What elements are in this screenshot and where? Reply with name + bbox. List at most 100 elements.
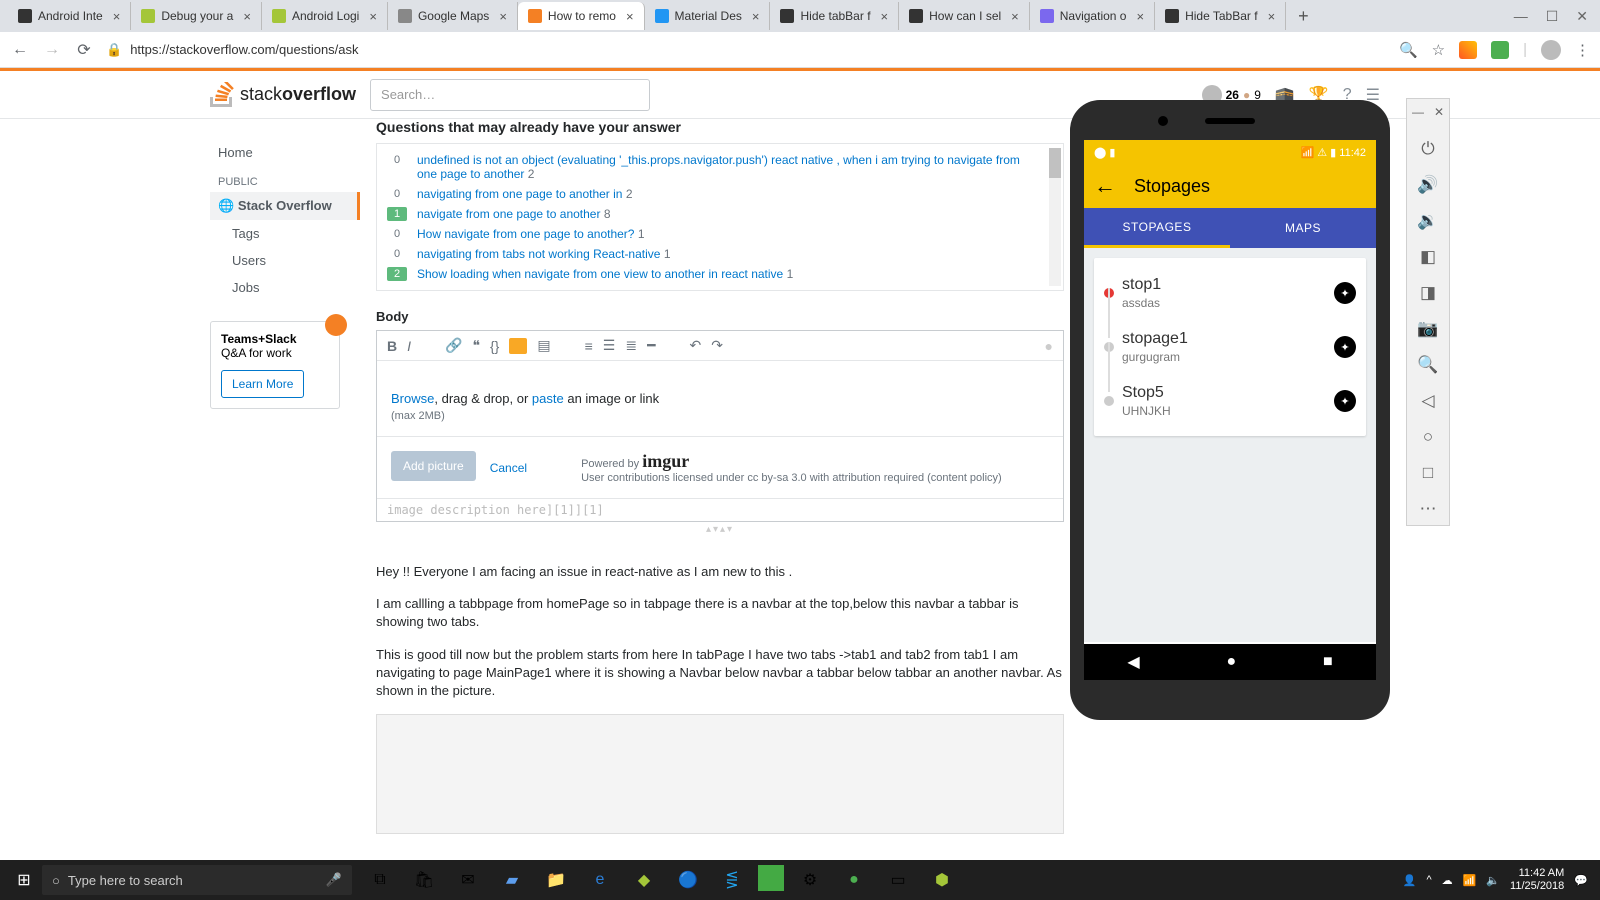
- snippet-icon[interactable]: ▤: [537, 337, 550, 354]
- related-item[interactable]: 2Show loading when navigate from one vie…: [377, 264, 1063, 284]
- related-item[interactable]: 0navigating from one page to another in …: [377, 184, 1063, 204]
- related-item[interactable]: 0navigating from tabs not working React-…: [377, 244, 1063, 264]
- bold-icon[interactable]: B: [387, 338, 397, 354]
- emu-minimize[interactable]: —: [1412, 105, 1424, 119]
- tray-expand-icon[interactable]: ^: [1426, 874, 1431, 886]
- code-icon[interactable]: {}: [490, 338, 499, 354]
- power-icon[interactable]: ⏻: [1421, 139, 1434, 159]
- app-icon[interactable]: ▰: [494, 865, 530, 895]
- close-icon[interactable]: ×: [752, 9, 760, 24]
- close-icon[interactable]: ×: [369, 9, 377, 24]
- explorer-icon[interactable]: 📁: [538, 865, 574, 895]
- hr-icon[interactable]: ━: [647, 337, 655, 354]
- settings-icon[interactable]: ⚙: [792, 865, 828, 895]
- tab-3[interactable]: Google Maps×: [388, 2, 518, 30]
- vscode-icon[interactable]: ⋚: [714, 865, 750, 895]
- more-icon[interactable]: ⋯: [1420, 499, 1437, 519]
- menu-icon[interactable]: ⋮: [1575, 41, 1590, 59]
- extension-icon[interactable]: [1491, 41, 1509, 59]
- close-icon[interactable]: ×: [626, 9, 634, 24]
- upload-area[interactable]: Browse, drag & drop, or paste an image o…: [377, 361, 1063, 436]
- mic-icon[interactable]: 🎤: [326, 872, 342, 888]
- so-logo[interactable]: stackoverflow: [210, 82, 356, 108]
- paste-link[interactable]: paste: [532, 391, 564, 406]
- browse-link[interactable]: Browse: [391, 391, 434, 406]
- tab-maps[interactable]: MAPS: [1230, 208, 1376, 248]
- help-icon[interactable]: ●: [1045, 338, 1053, 354]
- stop-row[interactable]: Stop5UHNJKH ✦: [1104, 374, 1356, 428]
- tab-stopages[interactable]: STOPAGES: [1084, 208, 1230, 248]
- close-icon[interactable]: ×: [881, 9, 889, 24]
- camera-icon[interactable]: 📷: [1417, 319, 1438, 339]
- stop-row[interactable]: stop1assdas ✦: [1104, 266, 1356, 320]
- avd-icon[interactable]: ⬢: [924, 865, 960, 895]
- tab-5[interactable]: Material Des×: [645, 2, 771, 30]
- terminal-icon[interactable]: ▭: [880, 865, 916, 895]
- mail-icon[interactable]: ✉: [450, 865, 486, 895]
- tab-9[interactable]: Hide TabBar f×: [1155, 2, 1286, 30]
- forward-button[interactable]: →: [42, 41, 62, 59]
- star-icon[interactable]: ☆: [1432, 41, 1445, 59]
- sidebar-users[interactable]: Users: [210, 247, 360, 274]
- window-maximize[interactable]: ☐: [1546, 8, 1559, 25]
- new-tab-button[interactable]: +: [1286, 6, 1321, 27]
- volume-down-icon[interactable]: 🔉: [1417, 211, 1438, 231]
- profile-avatar[interactable]: [1541, 40, 1561, 60]
- chrome-icon[interactable]: 🔵: [670, 865, 706, 895]
- android-studio-icon[interactable]: ◆: [626, 865, 662, 895]
- sidebar-jobs[interactable]: Jobs: [210, 274, 360, 301]
- emulator-screen[interactable]: ⬤ ▮ 📶 ⚠ ▮ 11:42 ← Stopages STOPAGES MAPS…: [1084, 140, 1376, 680]
- related-item[interactable]: 0How navigate from one page to another? …: [377, 224, 1063, 244]
- store-icon[interactable]: 🛍: [406, 865, 442, 895]
- close-icon[interactable]: ×: [243, 9, 251, 24]
- nav-home-icon[interactable]: ●: [1226, 653, 1236, 671]
- window-minimize[interactable]: —: [1514, 8, 1528, 25]
- tab-6[interactable]: Hide tabBar f×: [770, 2, 899, 30]
- window-close[interactable]: ✕: [1576, 8, 1588, 25]
- learn-more-button[interactable]: Learn More: [221, 370, 304, 398]
- tab-7[interactable]: How can I sel×: [899, 2, 1030, 30]
- tab-8[interactable]: Navigation o×: [1030, 2, 1155, 30]
- start-button[interactable]: ⊞: [6, 865, 42, 895]
- back-button[interactable]: ←: [10, 41, 30, 59]
- redo-icon[interactable]: ↷: [711, 337, 723, 354]
- close-icon[interactable]: ×: [113, 9, 121, 24]
- sidebar-stackoverflow[interactable]: 🌐 Stack Overflow: [210, 192, 360, 220]
- app-icon[interactable]: [758, 865, 784, 891]
- compass-icon[interactable]: ✦: [1334, 336, 1356, 358]
- tab-4[interactable]: How to remo×: [518, 2, 645, 30]
- task-view-icon[interactable]: ⧉: [362, 865, 398, 895]
- notifications-icon[interactable]: 💬: [1574, 874, 1588, 887]
- undo-icon[interactable]: ↶: [690, 337, 702, 354]
- wifi-icon[interactable]: 📶: [1463, 874, 1477, 887]
- onedrive-icon[interactable]: ☁: [1442, 874, 1453, 887]
- url-input[interactable]: 🔒 https://stackoverflow.com/questions/as…: [106, 42, 1387, 58]
- sidebar-home[interactable]: Home: [210, 139, 360, 166]
- close-icon[interactable]: ×: [1136, 9, 1144, 24]
- reload-button[interactable]: ⟳: [74, 40, 94, 60]
- emu-back-icon[interactable]: ◁: [1421, 391, 1434, 411]
- image-icon[interactable]: [509, 338, 527, 354]
- extension-icon[interactable]: [1459, 41, 1477, 59]
- italic-icon[interactable]: I: [407, 338, 411, 354]
- editor-body-text[interactable]: image description here][1]][1]: [377, 498, 1063, 521]
- emu-overview-icon[interactable]: □: [1423, 463, 1433, 483]
- related-item[interactable]: 1navigate from one page to another 8: [377, 204, 1063, 224]
- zoom-icon[interactable]: 🔍: [1417, 355, 1438, 375]
- link-icon[interactable]: 🔗: [445, 337, 462, 354]
- add-picture-button[interactable]: Add picture: [391, 451, 476, 481]
- people-icon[interactable]: 👤: [1403, 874, 1417, 887]
- zoom-icon[interactable]: 🔍: [1399, 41, 1418, 59]
- quote-icon[interactable]: ❝: [472, 337, 480, 354]
- heading-icon[interactable]: ≣: [625, 337, 637, 354]
- scrollbar[interactable]: [1049, 148, 1061, 286]
- tab-0[interactable]: Android Inte×: [8, 2, 131, 30]
- cancel-link[interactable]: Cancel: [490, 461, 527, 475]
- edge-icon[interactable]: e: [582, 865, 618, 895]
- rotate-right-icon[interactable]: ◨: [1420, 283, 1436, 303]
- volume-icon[interactable]: 🔈: [1486, 874, 1500, 887]
- related-item[interactable]: 0undefined is not an object (evaluating …: [377, 150, 1063, 184]
- stop-row[interactable]: stopage1gurgugram ✦: [1104, 320, 1356, 374]
- emu-close[interactable]: ✕: [1434, 105, 1444, 119]
- search-input[interactable]: Search…: [370, 79, 650, 111]
